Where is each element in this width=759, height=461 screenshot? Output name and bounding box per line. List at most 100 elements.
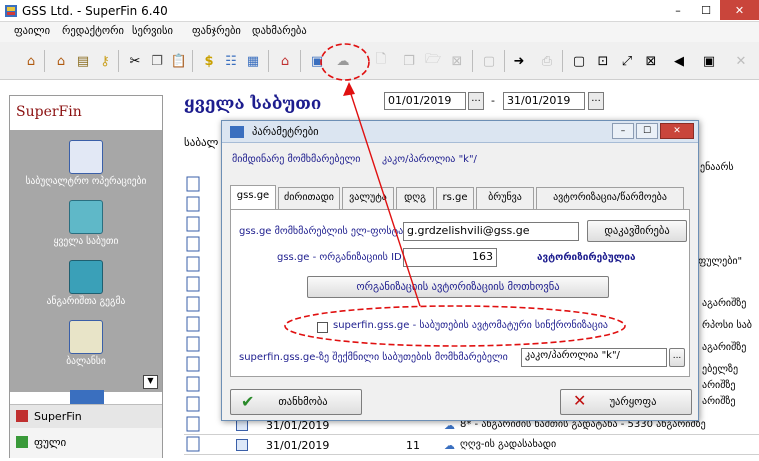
ok-button-label: თანხმობა <box>278 396 328 408</box>
nav-label: საბუღალტრო ოპერაციები <box>25 176 147 187</box>
dialog-title: პარამეტრები <box>252 126 319 138</box>
table-row[interactable]: 31/01/2019 11 ☁ ღღვ-ის გადასახადი <box>184 436 759 455</box>
row-number: 11 <box>406 439 420 452</box>
email-field[interactable]: g.grdzelishvili@gss.ge <box>403 222 579 241</box>
house-icon[interactable]: ⌂ <box>52 52 70 70</box>
nav-all-documents[interactable]: ყველა საბუთი <box>10 200 162 247</box>
maximize-button[interactable]: ☐ <box>692 0 720 20</box>
date-from-picker-button[interactable]: ... <box>468 92 484 110</box>
right-snippet: არიშზე <box>702 396 736 407</box>
panel-footer-money[interactable]: ფული <box>10 428 162 458</box>
book-icon <box>69 260 103 294</box>
nav-accounting-operations[interactable]: საბუღალტრო ოპერაციები <box>10 140 162 187</box>
date-separator: - <box>491 94 495 107</box>
window-expand-icon[interactable]: ⊡ <box>594 52 612 70</box>
copy-doc-icon[interactable]: ❐ <box>400 52 418 70</box>
documents-user-picker-button[interactable]: ... <box>669 348 685 367</box>
cloud-icon: ☁ <box>444 439 455 452</box>
delete-doc-icon[interactable]: ⊠ <box>448 52 466 70</box>
cancel-button[interactable]: ✕ უარყოფა <box>560 389 692 415</box>
request-org-authorization-button[interactable]: ორგანიზაციის ავტორიზაციის მოთხოვნა <box>307 276 609 298</box>
dialog-tabs: gss.ge ძირითადი ვალუტა დღგ rs.ge ბრუნვა … <box>230 185 690 209</box>
balance-icon <box>69 320 103 354</box>
tab-pane-gss: gss.ge მომხმარებლის ელ-ფოსტა: g.grdzelis… <box>230 209 690 377</box>
date-to-input[interactable]: 31/01/2019 <box>503 92 585 110</box>
dollar-icon[interactable]: $ <box>200 52 218 70</box>
tools-icon[interactable]: ✕ <box>732 52 750 70</box>
sync-checkbox[interactable] <box>317 322 328 333</box>
right-snippet: აგარიშზე <box>702 342 747 353</box>
tab-rs[interactable]: rs.ge <box>436 187 474 209</box>
row-description: ღღვ-ის გადასახადი <box>460 439 557 450</box>
app-icon <box>5 5 17 17</box>
panel-footer-superfin[interactable]: SuperFin <box>10 404 162 428</box>
dialog-maximize-button[interactable]: ☐ <box>636 123 658 139</box>
nav-label: ბალანსი <box>66 356 106 367</box>
dialog-minimize-button[interactable]: – <box>612 123 634 139</box>
date-to-picker-button[interactable]: ... <box>588 92 604 110</box>
right-column-header: ენაარს <box>700 162 734 173</box>
arrow-right-icon[interactable]: ➜ <box>510 52 528 70</box>
home-icon[interactable]: ⌂ <box>22 52 40 70</box>
date-from-input[interactable]: 01/01/2019 <box>384 92 466 110</box>
key-icon[interactable]: ⚷ <box>96 52 114 70</box>
home-red-icon[interactable]: ⌂ <box>276 52 294 70</box>
documents-icon <box>69 200 103 234</box>
menu-file[interactable]: ფაილი <box>14 25 50 37</box>
cut-icon[interactable]: ✂ <box>126 52 144 70</box>
resize-icon[interactable]: ⤢ <box>618 52 636 70</box>
cloud-icon[interactable]: ☁ <box>334 52 352 70</box>
menu-service[interactable]: სერვისი <box>132 25 173 37</box>
paste-icon[interactable]: 📋 <box>170 52 188 70</box>
lock-icon[interactable]: ▢ <box>480 52 498 70</box>
menu-help[interactable]: დახმარება <box>252 25 307 37</box>
nav-balance[interactable]: ბალანსი <box>10 320 162 367</box>
sync-checkbox-label[interactable]: superfin.gss.ge - საბუთების ავტომატური ს… <box>333 320 608 331</box>
cancel-button-label: უარყოფა <box>609 396 657 408</box>
dialog-close-button[interactable]: ✕ <box>660 123 694 139</box>
right-snippet: ფულები" <box>698 256 743 267</box>
connect-button[interactable]: დაკავშირება <box>587 220 687 242</box>
org-id-label: gss.ge - ორგანიზაციის ID: <box>277 252 406 263</box>
minimize-button[interactable]: – <box>664 0 692 20</box>
window-icon[interactable]: ▢ <box>570 52 588 70</box>
authorized-status: ავტორიზირებულია <box>537 252 636 263</box>
print-icon[interactable]: ⎙ <box>538 52 556 70</box>
right-snippet: რპოსი საბ <box>702 320 752 331</box>
tab-gss[interactable]: gss.ge <box>230 185 276 209</box>
documents-user-field[interactable]: კაკო/პაროლია "k"/ <box>521 348 667 367</box>
new-doc-icon[interactable]: 🗋 <box>372 52 390 70</box>
tab-authorization-production[interactable]: ავტორიზაცია/წარმოება <box>536 187 684 209</box>
row-checkbox[interactable] <box>236 439 248 451</box>
org-id-field[interactable]: 163 <box>403 248 497 267</box>
toolbar: ⌂ ⌂ ▤ ⚷ ✂ ❐ 📋 $ ☷ ▦ ⌂ ▣ ☁ 🗋 ❐ 🗁 ⊠ ▢ ➜ ⎙ … <box>0 42 759 80</box>
documents-user-label: superfin.gss.ge-ზე შექმნილი საბუთების მო… <box>239 352 508 363</box>
close-box-icon[interactable]: ⊠ <box>642 52 660 70</box>
panel-header: SuperFin <box>10 96 162 130</box>
menu-edit[interactable]: რედაქტორი <box>62 25 124 37</box>
check-icon: ✔ <box>241 392 255 411</box>
email-label: gss.ge მომხმარებლის ელ-ფოსტა: <box>239 226 407 237</box>
menu-windows[interactable]: ფანჯრები <box>192 25 241 37</box>
superfin-icon <box>16 410 28 422</box>
back-icon[interactable]: ◀ <box>670 52 688 70</box>
computer-icon[interactable]: ▣ <box>308 52 326 70</box>
tab-main[interactable]: ძირითადი <box>278 187 340 209</box>
close-button[interactable]: ✕ <box>720 0 759 20</box>
dialog-title-bar: პარამეტრები – ☐ ✕ <box>222 121 698 143</box>
tab-turnover[interactable]: ბრუნვა <box>476 187 534 209</box>
tab-vat[interactable]: დღგ <box>396 187 434 209</box>
scroll-down-button[interactable]: ▼ <box>143 375 158 389</box>
save-icon[interactable]: ▣ <box>700 52 718 70</box>
catalog-icon[interactable]: ☷ <box>222 52 240 70</box>
calculator-icon[interactable]: ▦ <box>244 52 262 70</box>
nav-label: ყველა საბუთი <box>53 236 119 247</box>
nav-chart-of-accounts[interactable]: ანგარიშთა გეგმა <box>10 260 162 307</box>
page-title: ყველა საბუთი <box>184 94 322 114</box>
ok-button[interactable]: ✔ თანხმობა <box>230 389 362 415</box>
tab-currency[interactable]: ვალუტა <box>342 187 394 209</box>
cabinet-icon[interactable]: ▤ <box>74 52 92 70</box>
column-header: საბალ <box>184 136 219 149</box>
open-doc-icon[interactable]: 🗁 <box>424 52 442 70</box>
copy-icon[interactable]: ❐ <box>148 52 166 70</box>
